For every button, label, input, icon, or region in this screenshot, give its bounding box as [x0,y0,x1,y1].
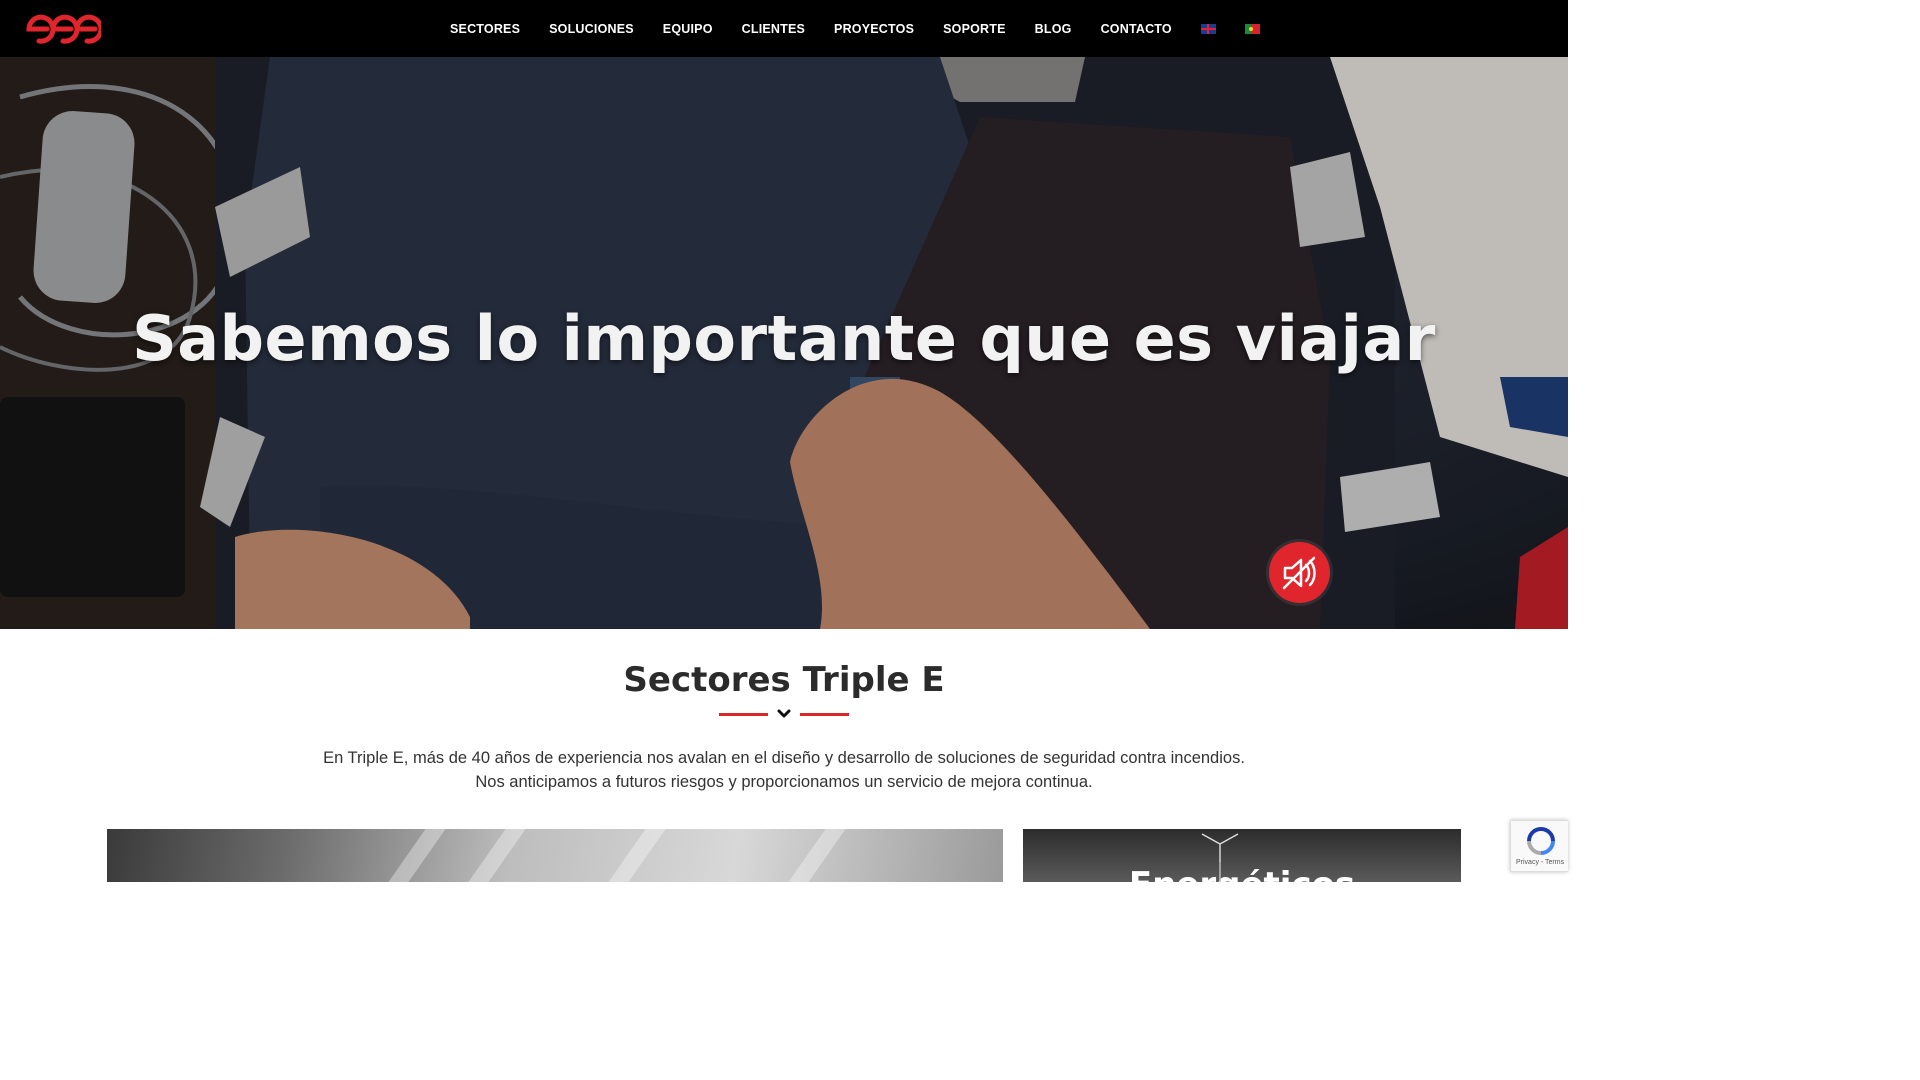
triple-e-logo[interactable] [25,12,101,46]
nav-sectores[interactable]: SECTORES [450,22,520,36]
mute-button[interactable] [1269,542,1330,603]
sector-card-energeticos[interactable]: Energéticos [1023,829,1461,882]
nav-blog[interactable]: BLOG [1035,22,1072,36]
nav-contacto[interactable]: CONTACTO [1101,22,1172,36]
card-title: Energéticos [1023,865,1461,882]
wind-turbine-icon [1201,833,1239,882]
portuguese-flag-icon[interactable] [1244,23,1260,34]
section-divider [719,708,849,724]
sound-off-icon [1282,556,1316,590]
sector-card-transport[interactable] [107,829,1003,882]
recaptcha-links[interactable]: Privacy - Terms [1516,859,1564,866]
section-title: Sectores Triple E [623,660,945,700]
hero-video: Sabemos lo importante que es viajar [0,57,1568,629]
section-intro: En Triple E, más de 40 años de experienc… [0,746,1568,794]
nav-soluciones[interactable]: SOLUCIONES [549,22,634,36]
nav-equipo[interactable]: EQUIPO [663,22,713,36]
intro-line-2: Nos anticipamos a futuros riesgos y prop… [475,773,1093,791]
main-nav: SECTORES SOLUCIONES EQUIPO CLIENTES PROY… [450,0,1289,57]
intro-line-1: En Triple E, más de 40 años de experienc… [323,749,1245,767]
nav-soporte[interactable]: SOPORTE [943,22,1006,36]
hero-title: Sabemos lo importante que es viajar [132,302,1436,375]
top-navbar: SECTORES SOLUCIONES EQUIPO CLIENTES PROY… [0,0,1568,57]
nav-clientes[interactable]: CLIENTES [742,22,805,36]
chevron-down-icon [777,709,791,718]
english-flag-icon[interactable] [1200,23,1216,34]
recaptcha-badge[interactable]: Privacy - Terms [1510,820,1568,872]
recaptcha-icon [1527,827,1555,855]
nav-proyectos[interactable]: PROYECTOS [834,22,914,36]
